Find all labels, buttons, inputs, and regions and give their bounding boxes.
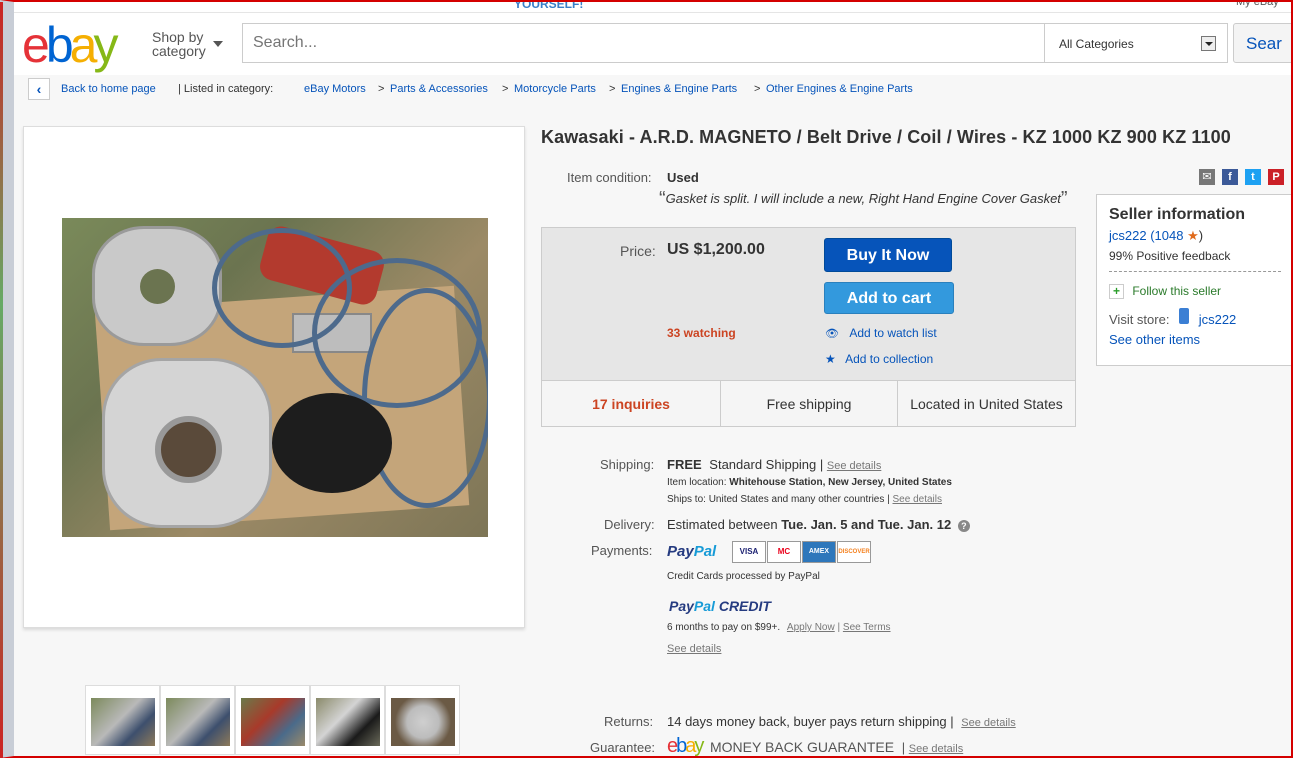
- my-ebay-link[interactable]: My eBay: [1236, 0, 1279, 8]
- follow-seller-button[interactable]: + Follow this seller: [1109, 284, 1281, 299]
- crumb-separator: >: [378, 83, 385, 95]
- price-label: Price:: [620, 243, 656, 259]
- ebay-guarantee-logo: ebay: [667, 735, 704, 757]
- price-value: US $1,200.00: [667, 241, 765, 258]
- delivery-label: Delivery:: [604, 517, 655, 532]
- inquiries-count: 17 inquiries: [542, 381, 721, 427]
- star-icon: ★: [825, 352, 836, 366]
- ships-to-label: Ships to:: [667, 494, 706, 505]
- help-icon[interactable]: ?: [957, 520, 970, 532]
- shipping-details-link[interactable]: See details: [827, 460, 881, 472]
- money-back-guarantee: MONEY BACK GUARANTEE: [710, 739, 895, 755]
- back-to-home-link[interactable]: Back to home page: [61, 83, 156, 95]
- chevron-down-icon: [213, 41, 223, 47]
- item-location-value: Whitehouse Station, New Jersey, United S…: [729, 477, 952, 488]
- returns-policy: 14 days money back, buyer pays return sh…: [667, 714, 954, 729]
- thumbnail[interactable]: [385, 685, 460, 755]
- ships-to-value: United States and many other countries |: [708, 494, 890, 505]
- crumb-separator: >: [754, 83, 761, 95]
- location-text: Located in United States: [910, 396, 1063, 412]
- product-photo[interactable]: [62, 218, 488, 537]
- visit-store-label: Visit store:: [1109, 312, 1170, 327]
- seller-info-heading: Seller information: [1109, 206, 1246, 223]
- watch-list-link[interactable]: 👁 Add to watch list: [825, 326, 937, 340]
- see-terms-link[interactable]: See Terms: [843, 622, 891, 633]
- pinterest-icon[interactable]: P: [1268, 169, 1284, 185]
- search-button[interactable]: Sear: [1233, 23, 1293, 63]
- condition-label: Item condition:: [567, 170, 652, 185]
- positive-feedback: 99% Positive feedback: [1109, 249, 1231, 263]
- crumb-parts-accessories[interactable]: Parts & Accessories: [390, 83, 488, 95]
- paypal-logo: PayPal: [667, 543, 717, 560]
- twitter-icon[interactable]: t: [1245, 169, 1261, 185]
- credit-terms: 6 months to pay on $99+.: [667, 622, 781, 633]
- thumbnail[interactable]: [310, 685, 385, 755]
- credit-details-link[interactable]: See details: [667, 643, 721, 655]
- crumb-other-engines[interactable]: Other Engines & Engine Parts: [766, 83, 913, 95]
- returns-details-link[interactable]: See details: [961, 717, 1015, 729]
- thumbnail[interactable]: [85, 685, 160, 755]
- free-shipping-text: Free shipping: [721, 381, 898, 427]
- site-header: ebay Shop by category All Categories Sea…: [12, 13, 1293, 75]
- dropdown-arrow-icon: [1201, 36, 1216, 51]
- shipping-free: FREE: [667, 457, 702, 472]
- price-box: Price: US $1,200.00 Buy It Now Add to ca…: [541, 227, 1076, 427]
- seller-info-panel: Seller information jcs222 (1048 ★) 99% P…: [1096, 194, 1293, 366]
- add-to-cart-button[interactable]: Add to cart: [824, 282, 954, 314]
- crumb-engines-parts[interactable]: Engines & Engine Parts: [621, 83, 737, 95]
- watching-count: 33 watching: [667, 326, 736, 340]
- main-image-panel: [23, 126, 525, 628]
- item-title: Kawasaki - A.R.D. MAGNETO / Belt Drive /…: [541, 127, 1231, 147]
- store-link[interactable]: jcs222: [1199, 312, 1237, 327]
- credit-cards-note: Credit Cards processed by PayPal: [667, 571, 820, 582]
- see-other-items-link[interactable]: See other items: [1109, 332, 1200, 347]
- collection-link[interactable]: ★ Add to collection: [825, 352, 933, 366]
- plus-icon: +: [1109, 284, 1124, 299]
- back-arrow-icon[interactable]: ‹: [28, 78, 50, 100]
- listed-in-label: | Listed in category:: [178, 83, 274, 95]
- price-box-stats: 17 inquiries Free shipping Located in Un…: [542, 380, 1075, 427]
- mastercard-icon: MC: [767, 541, 801, 563]
- promo-banner-text[interactable]: YOURSELF!: [514, 0, 583, 11]
- payments-label: Payments:: [591, 543, 653, 558]
- ships-to-details-link[interactable]: See details: [893, 494, 942, 505]
- condition-note: “Gasket is split. I will include a new, …: [659, 188, 1068, 210]
- paypal-credit-logo: PayPal CREDIT: [669, 598, 771, 614]
- returns-label: Returns:: [604, 714, 654, 729]
- email-icon[interactable]: ✉: [1199, 169, 1215, 185]
- shipping-method: Standard Shipping |: [709, 457, 824, 472]
- category-select[interactable]: All Categories: [1045, 23, 1228, 63]
- condition-value: Used: [667, 170, 699, 185]
- guarantee-label: Guarantee:: [590, 740, 656, 755]
- top-strip: YOURSELF! My eBay: [12, 0, 1293, 13]
- apply-now-link[interactable]: Apply Now: [787, 622, 835, 633]
- ebay-logo[interactable]: ebay: [22, 19, 118, 71]
- shipping-label: Shipping:: [600, 457, 655, 472]
- eye-icon: 👁: [825, 328, 839, 340]
- delivery-prefix: Estimated between: [667, 517, 778, 532]
- amex-icon: AMEX: [802, 541, 836, 563]
- shop-by-category-button[interactable]: Shop by category: [152, 30, 223, 58]
- crumb-separator: >: [609, 83, 616, 95]
- guarantee-details-link[interactable]: See details: [909, 743, 963, 755]
- crumb-ebay-motors[interactable]: eBay Motors: [304, 83, 366, 95]
- buy-it-now-button[interactable]: Buy It Now: [824, 238, 952, 272]
- crumb-separator: >: [502, 83, 509, 95]
- feedback-score[interactable]: (1048: [1150, 228, 1183, 243]
- crumb-motorcycle-parts[interactable]: Motorcycle Parts: [514, 83, 596, 95]
- facebook-icon[interactable]: f: [1222, 169, 1238, 185]
- item-location-label: Item location:: [667, 477, 727, 488]
- delivery-dates: Tue. Jan. 5 and Tue. Jan. 12: [781, 517, 952, 532]
- seller-name-link[interactable]: jcs222: [1109, 228, 1147, 243]
- discover-icon: DISCOVER: [837, 541, 871, 563]
- store-icon: [1179, 308, 1190, 324]
- search-input[interactable]: [242, 23, 1045, 63]
- star-icon: ★: [1187, 228, 1199, 243]
- thumbnail[interactable]: [160, 685, 235, 755]
- visa-icon: VISA: [732, 541, 766, 563]
- thumbnail[interactable]: [235, 685, 310, 755]
